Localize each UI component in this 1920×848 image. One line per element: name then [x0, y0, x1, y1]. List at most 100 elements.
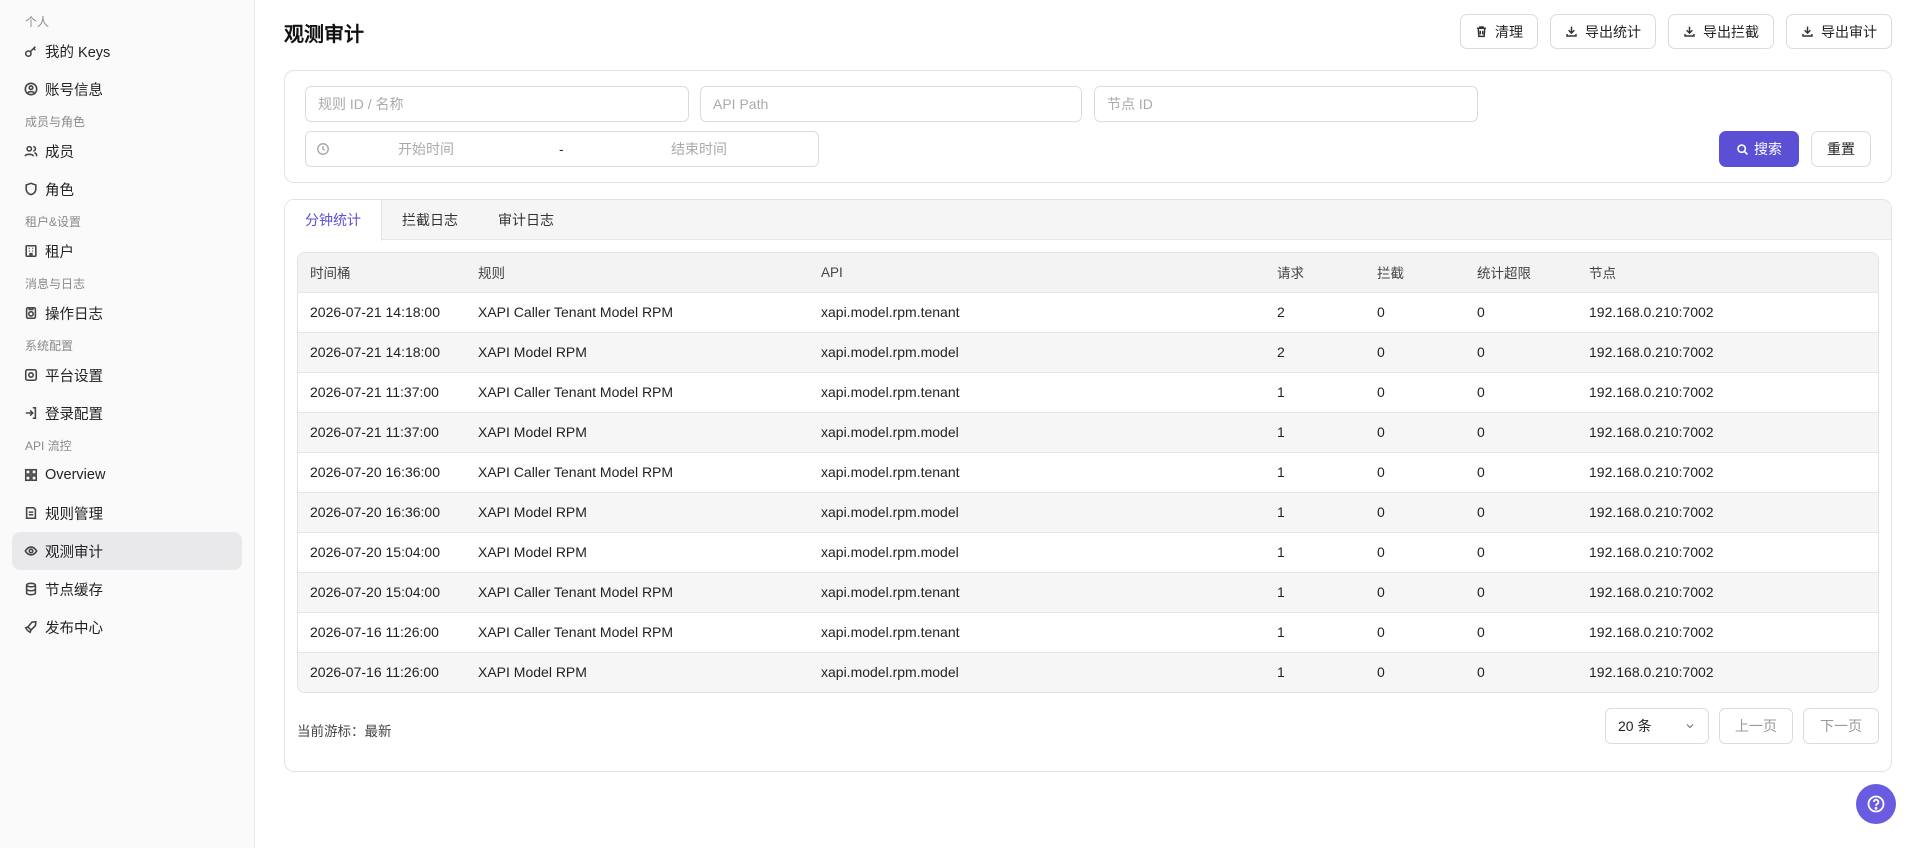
- sidebar-item-my-keys[interactable]: 我的 Keys: [12, 32, 242, 70]
- rule-filter-input[interactable]: [305, 86, 689, 122]
- cell-bucket: 2026-07-16 11:26:00: [298, 651, 466, 692]
- rocket-icon: [24, 620, 38, 634]
- cell-rule: XAPI Caller Tenant Model RPM: [466, 611, 809, 652]
- cell-api: xapi.model.rpm.tenant: [809, 571, 1265, 612]
- tab-block-log[interactable]: 拦截日志: [382, 200, 478, 240]
- sidebar-item-label: 操作日志: [45, 306, 103, 323]
- export-block-button[interactable]: 导出拦截: [1668, 14, 1774, 49]
- audit-icon: [24, 544, 38, 558]
- cell-over: 0: [1465, 531, 1577, 572]
- cell-api: xapi.model.rpm.tenant: [809, 371, 1265, 412]
- cell-bucket: 2026-07-21 11:37:00: [298, 411, 466, 452]
- cell-requests: 2: [1265, 291, 1365, 332]
- sidebar-item-label: 我的 Keys: [45, 44, 111, 61]
- download-icon: [1566, 26, 1577, 37]
- table-row: 2026-07-20 16:36:00 XAPI Model RPM xapi.mo…: [298, 491, 1878, 532]
- sidebar-item-platform-settings[interactable]: 平台设置: [12, 356, 242, 394]
- cell-rule: XAPI Caller Tenant Model RPM: [466, 291, 809, 332]
- time-range-picker[interactable]: 开始时间 - 结束时间: [305, 131, 819, 167]
- cell-bucket: 2026-07-21 14:18:00: [298, 331, 466, 372]
- cell-over: 0: [1465, 371, 1577, 412]
- trash-icon: [1477, 26, 1486, 38]
- cell-over: 0: [1465, 611, 1577, 652]
- tab-bar: 分钟统计 拦截日志 审计日志: [285, 200, 1891, 241]
- search-button[interactable]: 搜索: [1719, 131, 1799, 167]
- sidebar-item-rules[interactable]: 规则管理: [12, 494, 242, 532]
- next-page-button[interactable]: 下一页: [1803, 708, 1879, 744]
- stats-table: 时间桶 规则 API 请求 拦截 统计超限 节点 2026-07-21 14:1…: [297, 252, 1879, 693]
- cell-node: 192.168.0.210:7002: [1577, 291, 1878, 332]
- cell-api: xapi.model.rpm.model: [809, 531, 1265, 572]
- sidebar-item-label: 成员: [45, 144, 74, 161]
- export-stats-button[interactable]: 导出统计: [1550, 14, 1656, 49]
- sidebar-item-roles[interactable]: 角色: [12, 170, 242, 208]
- tab-audit-log[interactable]: 审计日志: [478, 200, 574, 240]
- table-row: 2026-07-16 11:26:00 XAPI Caller Tenant Mo…: [298, 611, 1878, 652]
- sidebar-group-logs: 消息与日志: [25, 277, 86, 291]
- cell-node: 192.168.0.210:7002: [1577, 451, 1878, 492]
- clock-icon: [316, 142, 330, 156]
- cell-rule: XAPI Model RPM: [466, 491, 809, 532]
- cell-api: xapi.model.rpm.model: [809, 331, 1265, 372]
- cell-api: xapi.model.rpm.model: [809, 411, 1265, 452]
- chevron-down-icon: [1686, 724, 1694, 729]
- column-header-rule: 规则: [478, 266, 505, 282]
- node-id-input[interactable]: [1094, 86, 1478, 122]
- sidebar-item-label: 租户: [45, 244, 74, 261]
- sidebar-item-operation-log[interactable]: 操作日志: [12, 294, 242, 332]
- cell-node: 192.168.0.210:7002: [1577, 491, 1878, 532]
- cell-over: 0: [1465, 571, 1577, 612]
- page-size-select[interactable]: 20 条: [1605, 708, 1709, 744]
- cell-api: xapi.model.rpm.tenant: [809, 611, 1265, 652]
- sidebar-item-publish[interactable]: 发布中心: [12, 608, 242, 646]
- sidebar-item-login-config[interactable]: 登录配置: [12, 394, 242, 432]
- cell-rule: XAPI Caller Tenant Model RPM: [466, 371, 809, 412]
- filter-panel: 开始时间 - 结束时间 搜索 重置: [284, 70, 1892, 183]
- sidebar-item-overview[interactable]: Overview: [12, 456, 242, 494]
- cell-rule: XAPI Model RPM: [466, 531, 809, 572]
- end-time-placeholder[interactable]: 结束时间: [671, 139, 727, 159]
- users-icon: [24, 144, 38, 158]
- cell-blocked: 0: [1365, 291, 1465, 332]
- cell-rule: XAPI Model RPM: [466, 411, 809, 452]
- cell-node: 192.168.0.210:7002: [1577, 651, 1878, 692]
- cell-node: 192.168.0.210:7002: [1577, 411, 1878, 452]
- start-time-placeholder[interactable]: 开始时间: [398, 139, 454, 159]
- reset-button[interactable]: 重置: [1811, 131, 1871, 167]
- sidebar-item-label: 规则管理: [45, 506, 103, 523]
- cell-over: 0: [1465, 491, 1577, 532]
- export-audit-button[interactable]: 导出审计: [1786, 14, 1892, 49]
- cell-requests: 1: [1265, 371, 1365, 412]
- cell-api: xapi.model.rpm.tenant: [809, 451, 1265, 492]
- cell-blocked: 0: [1365, 491, 1465, 532]
- column-header-bucket: 时间桶: [310, 266, 351, 282]
- cell-api: xapi.model.rpm.model: [809, 491, 1265, 532]
- cell-requests: 1: [1265, 651, 1365, 692]
- sidebar-item-node-cache[interactable]: 节点缓存: [12, 570, 242, 608]
- cell-blocked: 0: [1365, 411, 1465, 452]
- table-row: 2026-07-20 15:04:00 XAPI Caller Tenant Mo…: [298, 571, 1878, 612]
- sidebar-item-label: 观测审计: [45, 544, 103, 561]
- sidebar-group-personal: 个人: [25, 15, 50, 29]
- help-button[interactable]: [1856, 784, 1896, 824]
- api-path-input[interactable]: [700, 86, 1082, 122]
- cell-bucket: 2026-07-20 16:36:00: [298, 491, 466, 532]
- sidebar-item-account[interactable]: 账号信息: [12, 70, 242, 108]
- login-icon: [24, 406, 38, 420]
- table-row: 2026-07-20 16:36:00 XAPI Caller Tenant Mo…: [298, 451, 1878, 492]
- column-header-requests: 请求: [1277, 266, 1304, 282]
- cursor-status: 当前游标：最新: [297, 724, 392, 739]
- database-icon: [24, 582, 38, 596]
- sidebar-item-members[interactable]: 成员: [12, 132, 242, 170]
- cell-requests: 1: [1265, 571, 1365, 612]
- main-content: 观测审计 清理 导出统计 导出拦截 导出审计 开始时间 - 结束时间: [256, 0, 1920, 848]
- download-icon: [1684, 26, 1695, 37]
- sidebar-item-audit[interactable]: 观测审计: [12, 532, 242, 570]
- sidebar-item-label: 平台设置: [45, 368, 103, 385]
- tab-minute-stats[interactable]: 分钟统计: [285, 200, 382, 241]
- prev-page-button[interactable]: 上一页: [1719, 708, 1793, 744]
- cell-blocked: 0: [1365, 451, 1465, 492]
- cell-blocked: 0: [1365, 611, 1465, 652]
- sidebar-item-tenant[interactable]: 租户: [12, 232, 242, 270]
- clear-button[interactable]: 清理: [1460, 14, 1538, 49]
